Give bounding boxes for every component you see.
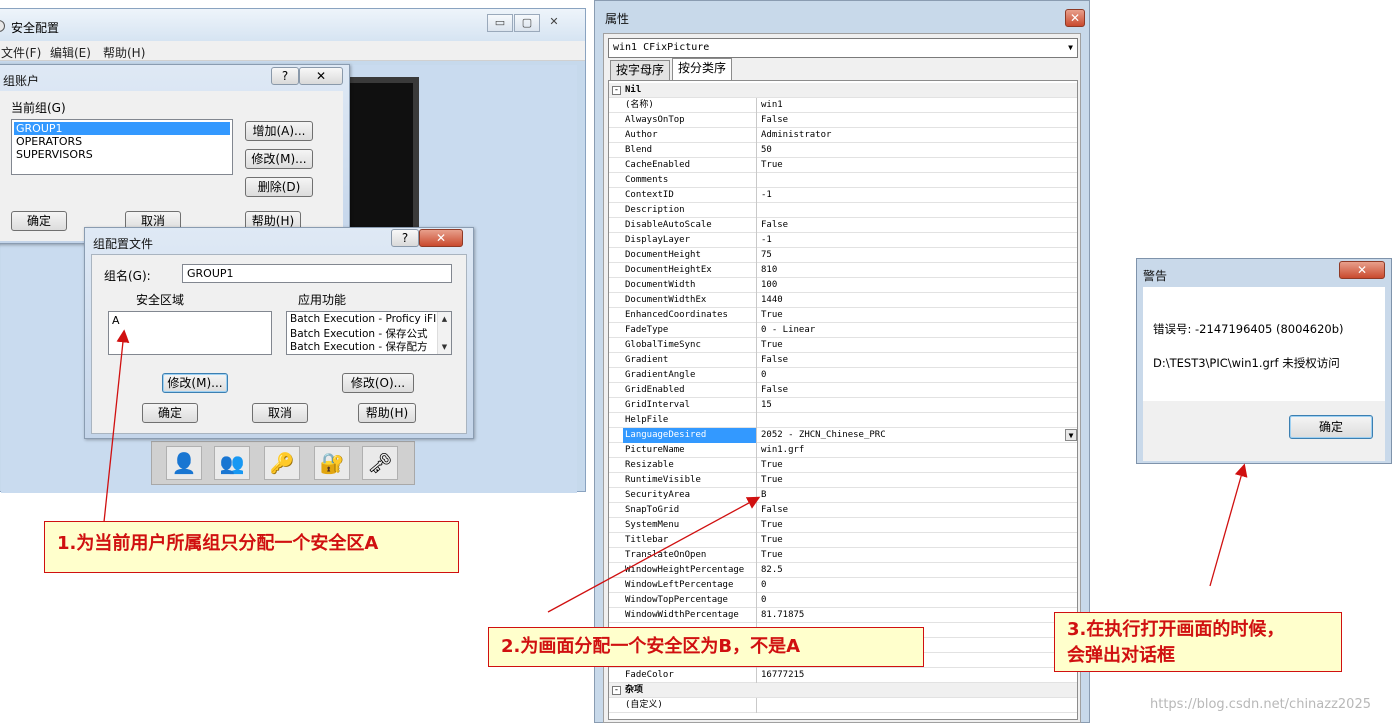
annotation-note-2: 2.为画面分配一个安全区为B，不是A — [488, 627, 924, 667]
annotation-note-1: 1.为当前用户所属组只分配一个安全区A — [44, 521, 459, 573]
annotation-note-3-line2: 会弹出对话框 — [1067, 645, 1175, 666]
annotation-note-3: 3.在执行打开画面的时候， 会弹出对话框 — [1054, 612, 1342, 672]
arrow-to-security-area-property — [547, 496, 761, 613]
annotation-note-3-line1: 3.在执行打开画面的时候， — [1067, 619, 1285, 640]
watermark: https://blog.csdn.net/chinazz2025 — [1150, 697, 1371, 712]
arrow-to-security-area — [103, 329, 130, 523]
arrow-to-warning-dialog — [1209, 463, 1248, 587]
